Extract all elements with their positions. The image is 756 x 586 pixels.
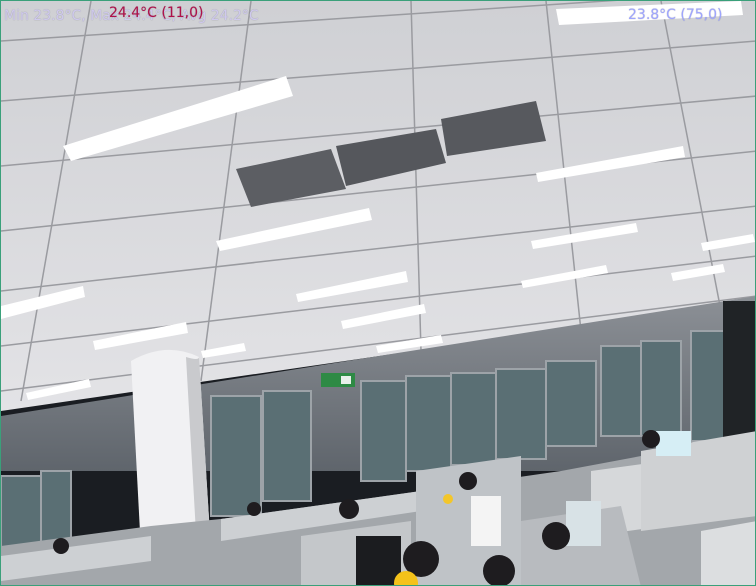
hotspot-label: 24.4°C (11,0)	[109, 5, 204, 21]
yellow-marker	[443, 494, 453, 504]
poster	[471, 496, 501, 546]
monitor	[356, 536, 401, 585]
monitor	[656, 431, 691, 456]
coldspot-label: 23.8°C (75,0)	[628, 7, 723, 23]
thermal-camera-frame: Min 23.8°C, Max 24.4°C, Avg 24.2°C 24.4°…	[0, 0, 756, 586]
office-scene	[1, 1, 755, 585]
